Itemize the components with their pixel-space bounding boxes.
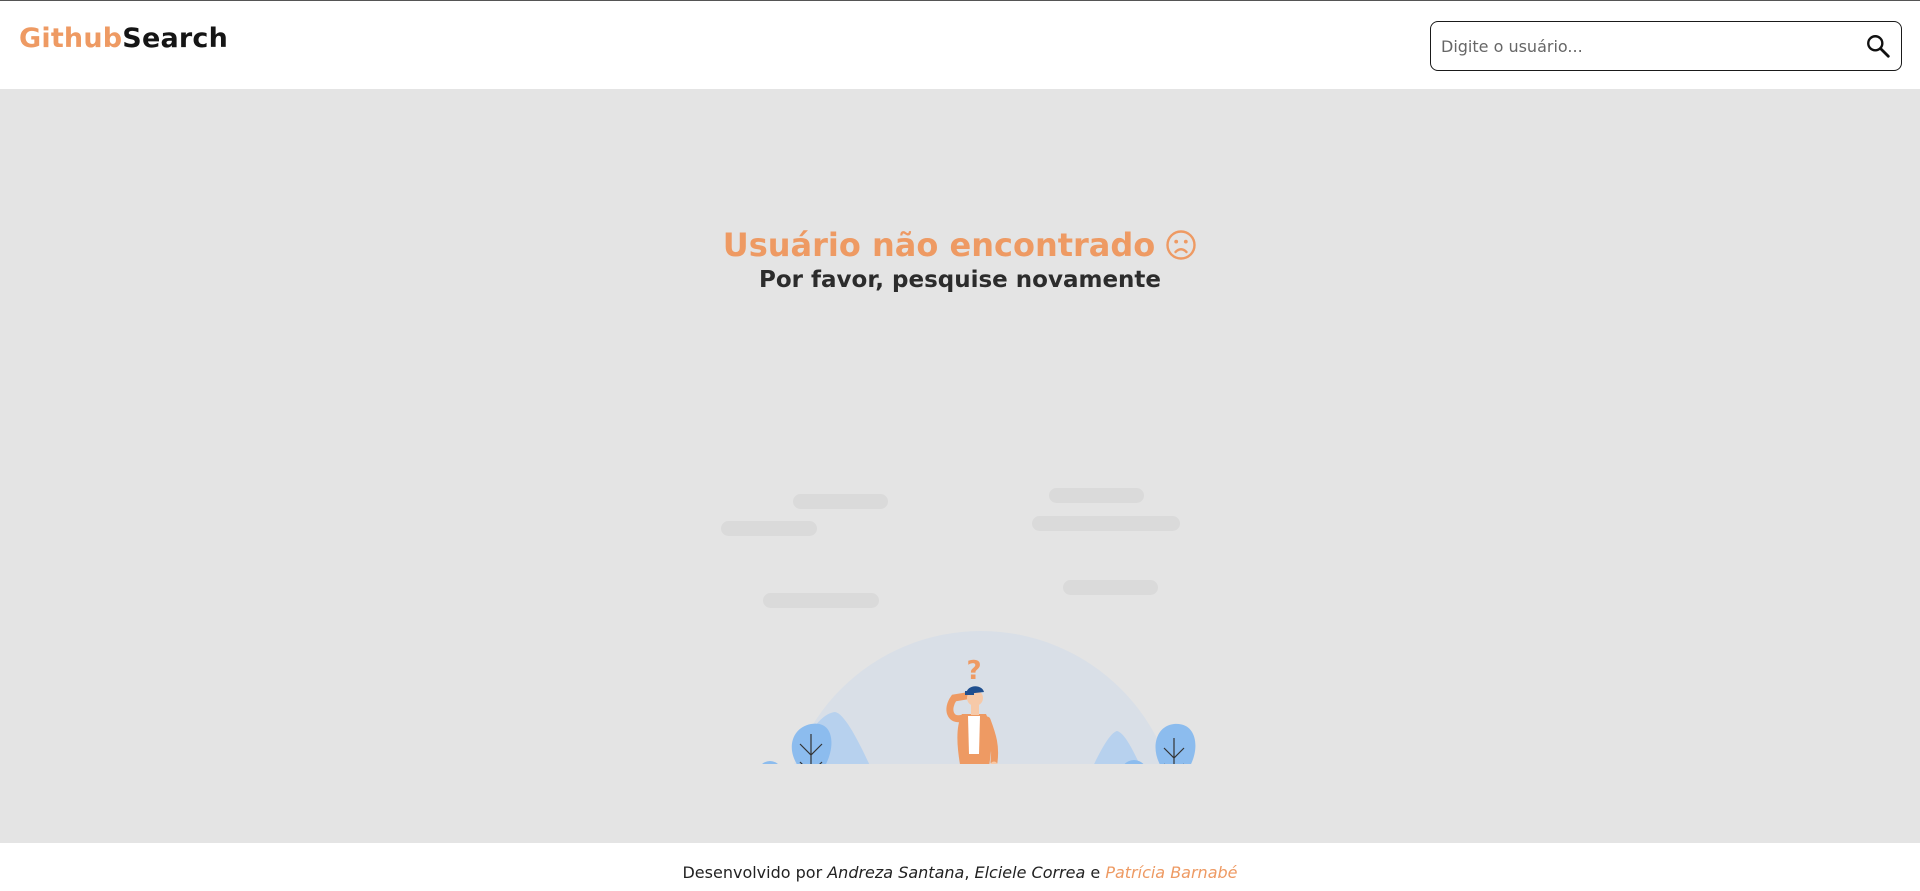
- header: GithubSearch: [0, 0, 1920, 89]
- page: GithubSearch Usuário não encontrado Por …: [0, 0, 1920, 891]
- footer-conjunction: e: [1090, 863, 1101, 882]
- logo-search-text: Search: [122, 23, 229, 54]
- confused-person-illustration: ?: [721, 488, 1196, 764]
- not-found-subtitle: Por favor, pesquise novamente: [758, 267, 1162, 293]
- search-icon: [1867, 35, 1890, 58]
- search-input[interactable]: [1441, 30, 1841, 62]
- footer-author-patricia[interactable]: Patrícia Barnabé: [1105, 863, 1237, 882]
- question-mark: ?: [966, 656, 981, 686]
- footer-author-elciele[interactable]: Elciele Correa: [975, 863, 1086, 882]
- search-box: [1430, 21, 1902, 71]
- logo[interactable]: GithubSearch: [19, 21, 228, 57]
- not-found-title-text: Usuário não encontrado: [722, 226, 1156, 264]
- footer: Desenvolvido por Andreza Santana, Elciel…: [0, 843, 1920, 891]
- main-content: Usuário não encontrado Por favor, pesqui…: [0, 89, 1920, 843]
- sad-face-icon: [1166, 230, 1196, 260]
- not-found-title: Usuário não encontrado: [0, 225, 1920, 265]
- footer-prefix: Desenvolvido por: [682, 863, 823, 882]
- footer-separator: ,: [964, 863, 970, 882]
- logo-github-text: Github: [19, 23, 123, 54]
- footer-author-andreza[interactable]: Andreza Santana: [827, 863, 964, 882]
- search-button[interactable]: [1863, 31, 1893, 61]
